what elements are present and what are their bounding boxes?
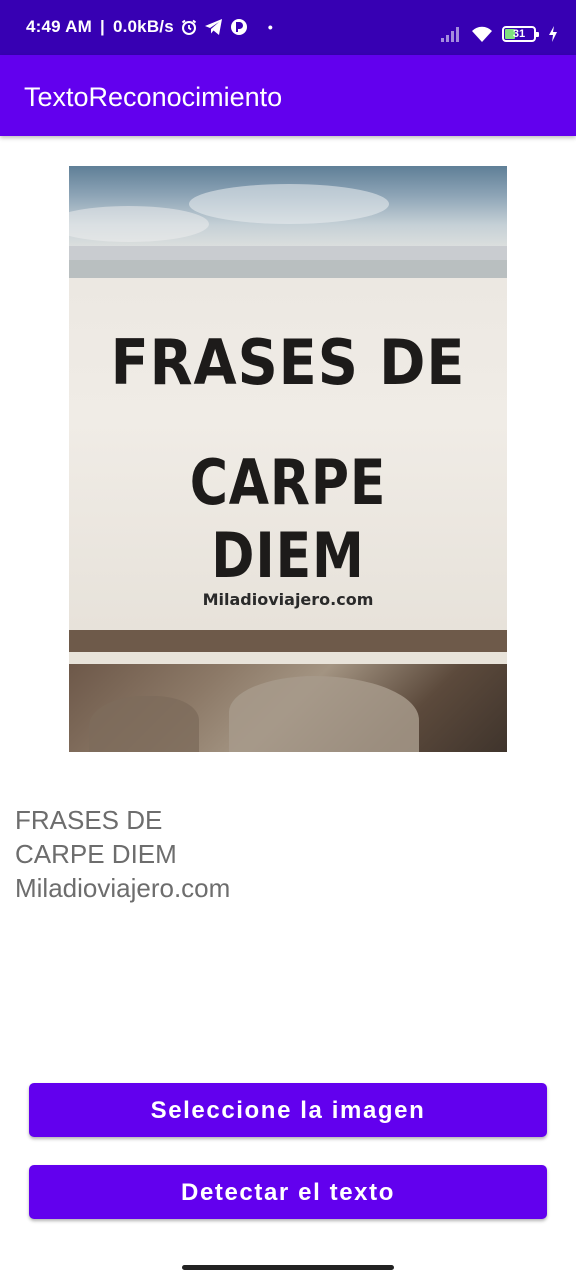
telegram-icon [204,18,224,36]
battery-level: 31 [512,28,526,40]
selected-image: FRASES DE CARPE DIEM Miladioviajero.com [69,166,507,752]
photo-stripe [69,260,507,278]
detected-text-line: FRASES DE [15,805,163,835]
photo-cloud [189,184,389,224]
photo-band [69,652,507,664]
status-time: 4:49 AM [26,17,92,36]
status-separator: | [99,17,105,36]
detected-text-line: Miladioviajero.com [15,873,231,903]
status-net-speed: 0.0kB/s [112,17,174,36]
status-bar-left: 4:49 AM | 0.0kB/s • [26,0,273,62]
charging-icon [548,26,558,42]
alarm-icon [180,18,198,36]
status-bar: 4:49 AM | 0.0kB/s • 31 [0,0,576,55]
photo-rock [89,696,199,752]
photo-band [69,630,507,652]
detected-text-line: CARPE DIEM [15,839,177,869]
wifi-icon [470,25,494,43]
status-bar-right: 31 [440,20,558,48]
battery-icon: 31 [502,26,539,42]
photo-text-line-2: CARPE DIEM [189,446,387,592]
photo-stripe [69,246,507,260]
signal-icon [440,26,462,42]
home-indicator[interactable] [182,1265,394,1270]
detect-text-button[interactable]: Detectar el texto [29,1165,547,1219]
app-title: TextoReconocimiento [24,82,283,112]
app-notification-icon [230,18,248,36]
select-image-button[interactable]: Seleccione la imagen [29,1083,547,1137]
photo-site-text: Miladioviajero.com [202,590,374,609]
photo-text-line-1: FRASES DE [110,326,466,399]
app-bar: TextoReconocimiento [0,55,576,136]
detected-text: FRASES DE CARPE DIEM Miladioviajero.com [15,803,555,905]
status-dot: • [267,19,273,35]
